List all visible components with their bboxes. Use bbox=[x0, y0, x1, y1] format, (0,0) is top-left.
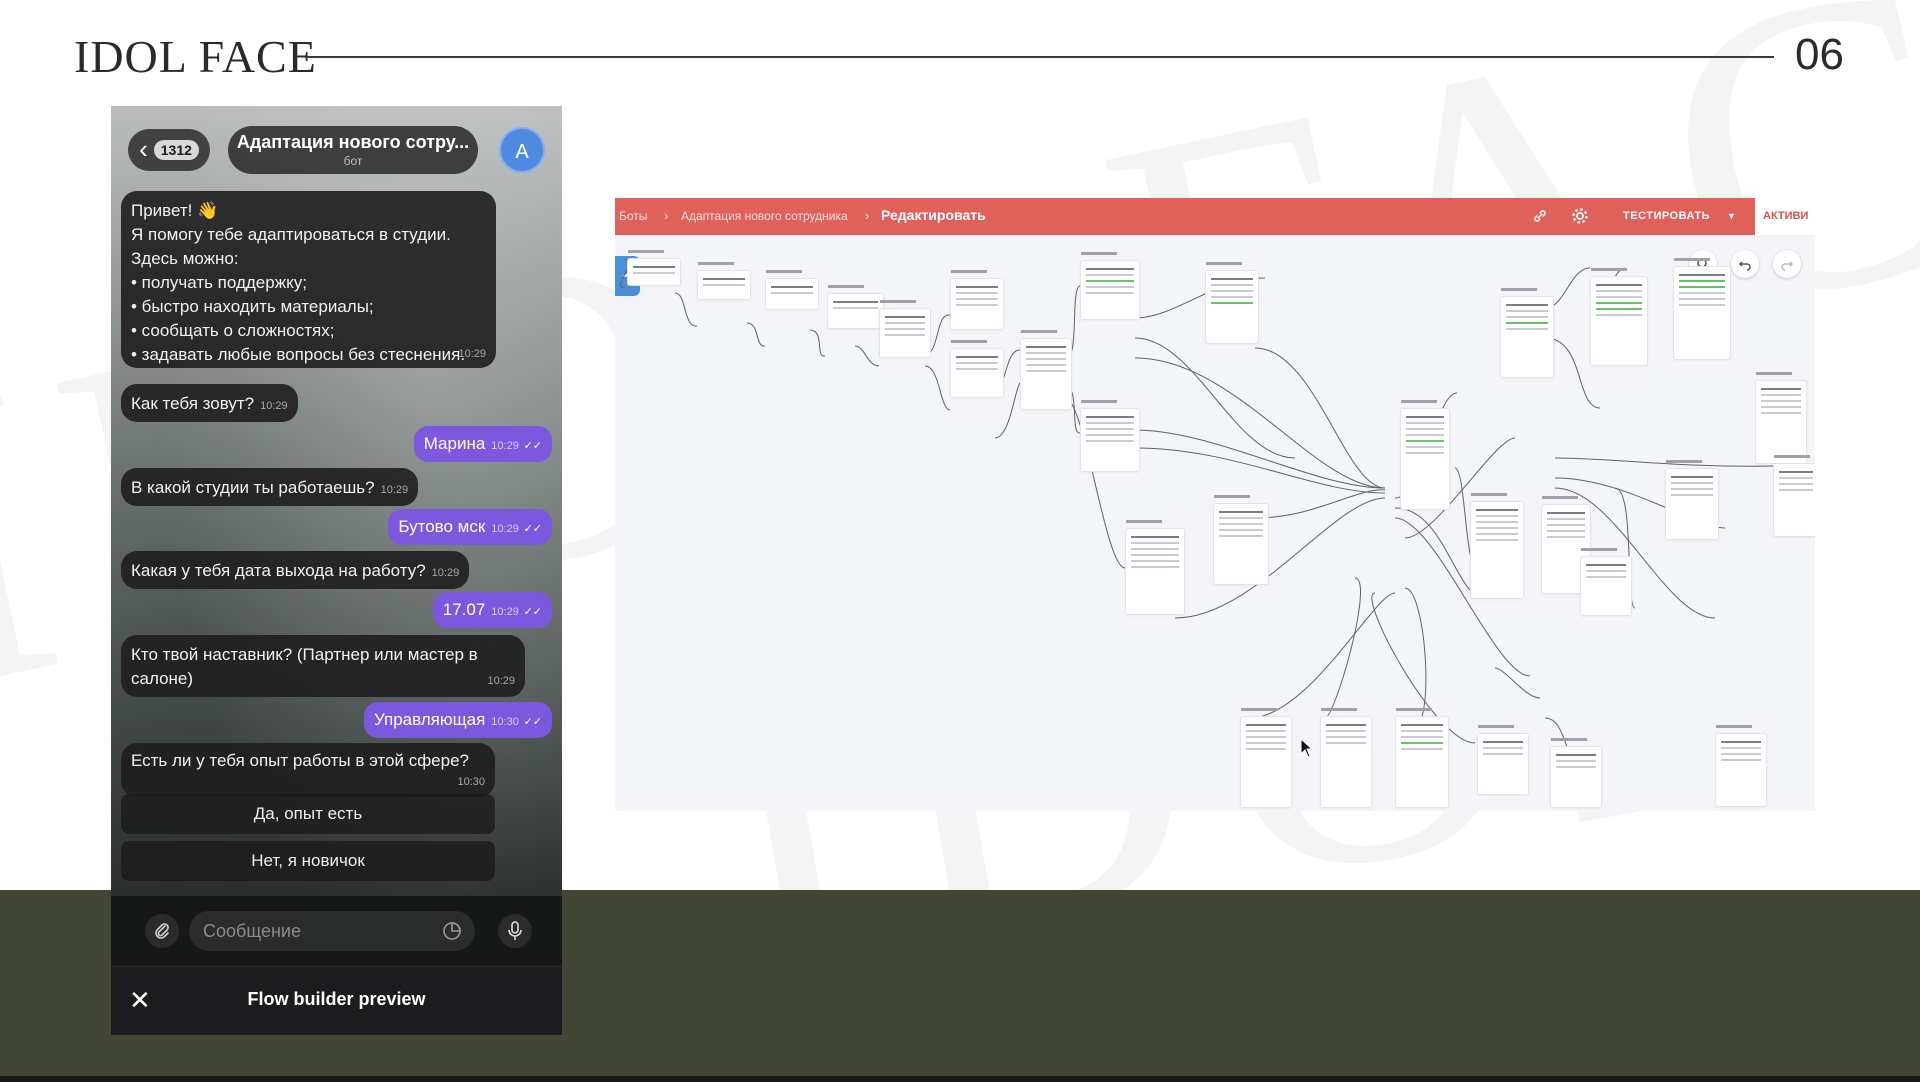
flow-node[interactable] bbox=[1773, 455, 1815, 537]
flow-node[interactable] bbox=[1470, 493, 1524, 599]
brand-logo: IDOL FACE bbox=[74, 31, 317, 82]
flow-node[interactable] bbox=[1205, 262, 1259, 344]
message-time: 10:29 bbox=[260, 400, 288, 412]
message-incoming: Какая у тебя дата выхода на работу? 10:29 bbox=[121, 551, 470, 589]
flow-node[interactable] bbox=[1080, 400, 1140, 472]
flow-node[interactable] bbox=[879, 300, 931, 358]
flow-node[interactable] bbox=[697, 262, 751, 300]
page-number: 06 bbox=[1795, 30, 1844, 79]
preview-bar: ✕ Flow builder preview bbox=[111, 966, 562, 1035]
message-time: 10:29 bbox=[380, 484, 409, 496]
paperclip-icon bbox=[155, 923, 169, 939]
flow-node[interactable] bbox=[1477, 725, 1529, 795]
flow-node[interactable] bbox=[827, 285, 884, 329]
message-incoming: Есть ли у тебя опыт работы в этой сфере?… bbox=[121, 743, 495, 797]
flow-node[interactable] bbox=[1240, 708, 1292, 808]
mouse-cursor-icon bbox=[1300, 738, 1314, 758]
message-time: 10:29 bbox=[491, 606, 519, 618]
telegram-chat-screen: ‹ 1312 Адаптация нового сотру... бот A П… bbox=[111, 106, 562, 1035]
message-input[interactable]: Сообщение bbox=[189, 911, 475, 951]
sticker-icon[interactable] bbox=[441, 920, 463, 942]
flow-node[interactable] bbox=[950, 270, 1004, 330]
flow-node[interactable] bbox=[1320, 708, 1372, 808]
message-outgoing: 17.07 10:29 ✓✓ bbox=[432, 592, 552, 628]
flow-node[interactable] bbox=[1550, 738, 1602, 808]
message-incoming: Кто твой наставник? (Партнер или мастер … bbox=[121, 635, 525, 697]
chat-title: Адаптация нового сотру... bbox=[236, 132, 470, 152]
flow-node[interactable] bbox=[1580, 548, 1632, 616]
flow-node[interactable] bbox=[1125, 520, 1185, 615]
microphone-button[interactable] bbox=[498, 914, 532, 948]
message-placeholder: Сообщение bbox=[203, 921, 301, 941]
flow-node[interactable] bbox=[1755, 372, 1807, 464]
message-composer: Сообщение bbox=[111, 896, 562, 966]
flow-node[interactable] bbox=[1590, 268, 1648, 366]
message-incoming: Привет! 👋 Я помогу тебе адаптироваться в… bbox=[121, 191, 496, 368]
flow-node[interactable] bbox=[1715, 725, 1767, 807]
bottom-strip bbox=[0, 1076, 1920, 1082]
message-outgoing: Марина 10:29 ✓✓ bbox=[413, 426, 552, 462]
flow-node[interactable] bbox=[1020, 330, 1072, 410]
microphone-icon bbox=[508, 921, 522, 940]
message-outgoing: Бутово мск 10:29 ✓✓ bbox=[388, 509, 552, 545]
message-time: 10:30 bbox=[457, 776, 485, 788]
reply-button-no[interactable]: Нет, я новичок bbox=[121, 841, 495, 881]
flow-node[interactable] bbox=[1500, 288, 1554, 378]
message-time: 10:29 bbox=[491, 440, 519, 452]
message-time: 10:29 bbox=[458, 348, 486, 360]
message-time: 10:29 bbox=[491, 523, 519, 535]
flow-node[interactable] bbox=[765, 270, 819, 310]
message-incoming: Как тебя зовут? 10:29 bbox=[121, 384, 298, 422]
chevron-left-icon: ‹ bbox=[139, 133, 148, 164]
flow-node[interactable] bbox=[1665, 460, 1719, 540]
chat-subtitle: бот bbox=[343, 154, 363, 168]
flow-node[interactable] bbox=[627, 250, 681, 286]
message-incoming: В какой студии ты работаешь? 10:29 bbox=[121, 468, 419, 506]
chat-header[interactable]: Адаптация нового сотру... бот bbox=[228, 126, 478, 174]
attach-button[interactable] bbox=[145, 914, 179, 948]
header-divider bbox=[306, 56, 1774, 58]
flow-node[interactable] bbox=[1673, 258, 1731, 360]
message-time: 10:29 bbox=[487, 675, 515, 687]
flow-node[interactable] bbox=[950, 340, 1004, 398]
message-time: 10:29 bbox=[431, 567, 460, 579]
flow-node[interactable] bbox=[1213, 495, 1269, 585]
preview-title: Flow builder preview bbox=[247, 989, 426, 1009]
avatar[interactable]: A bbox=[499, 127, 545, 173]
flow-node[interactable] bbox=[1400, 400, 1450, 510]
flow-builder-screen: Боты › Адаптация нового сотрудника › Ред… bbox=[615, 198, 1815, 811]
back-button[interactable]: ‹ 1312 bbox=[128, 129, 210, 171]
message-outgoing: Управляющая 10:30 ✓✓ bbox=[363, 702, 552, 738]
flow-node[interactable] bbox=[1080, 252, 1140, 320]
unread-badge: 1312 bbox=[153, 140, 199, 160]
flow-node[interactable] bbox=[1395, 708, 1449, 808]
message-time: 10:30 bbox=[491, 716, 519, 728]
reply-button-yes[interactable]: Да, опыт есть bbox=[121, 794, 495, 834]
